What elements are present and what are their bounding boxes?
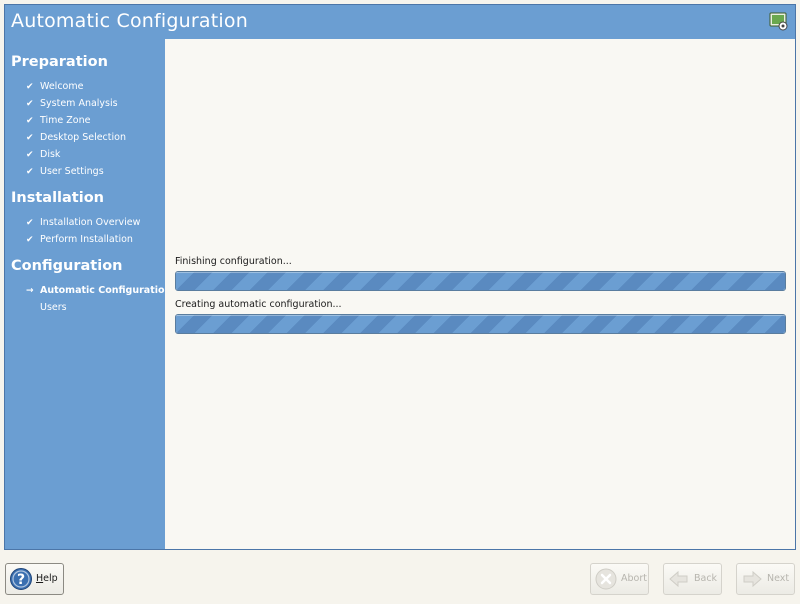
help-button[interactable]: ? Help <box>5 563 64 595</box>
progress-bar-creating <box>175 314 786 334</box>
step-label: Welcome <box>40 81 84 92</box>
step-installation-overview: ✔ Installation Overview <box>26 215 140 231</box>
step-perform-installation: ✔ Perform Installation <box>26 232 133 248</box>
next-button[interactable]: Next <box>736 563 795 595</box>
checkmark-icon: ✔ <box>26 218 34 228</box>
checkmark-icon: ✔ <box>26 116 34 126</box>
step-user-settings: ✔ User Settings <box>26 164 104 180</box>
back-button-label: Back <box>694 573 718 584</box>
checkmark-icon: ✔ <box>26 167 34 177</box>
step-label: Users <box>40 302 67 313</box>
step-label: Desktop Selection <box>40 132 126 143</box>
section-title-preparation: Preparation <box>11 54 108 70</box>
next-button-label: Next <box>767 573 790 584</box>
checkmark-icon: ✔ <box>26 99 34 109</box>
step-label: Automatic Configuration <box>40 285 172 296</box>
help-button-label: Help <box>36 573 58 584</box>
abort-button[interactable]: Abort <box>590 563 649 595</box>
step-label: Time Zone <box>40 115 91 126</box>
svg-text:?: ? <box>17 572 25 588</box>
steps-sidebar: Preparation ✔ Welcome ✔ System Analysis ✔ T… <box>5 39 171 549</box>
back-arrow-icon <box>667 567 691 591</box>
checkmark-icon: ✔ <box>26 82 34 92</box>
checkmark-icon: ✔ <box>26 235 34 245</box>
main-content: Finishing configuration... Creating auto… <box>165 39 795 549</box>
section-title-configuration: Configuration <box>11 258 123 274</box>
abort-x-icon <box>594 567 618 591</box>
step-time-zone: ✔ Time Zone <box>26 113 90 129</box>
progress-fill <box>176 315 785 333</box>
page-title: Automatic Configuration <box>11 10 248 32</box>
progress-bar-finishing <box>175 271 786 291</box>
checkmark-icon: ✔ <box>26 150 34 160</box>
back-button[interactable]: Back <box>663 563 722 595</box>
progress-fill <box>176 272 785 290</box>
checkmark-icon: ✔ <box>26 133 34 143</box>
next-arrow-icon <box>740 567 764 591</box>
section-title-installation: Installation <box>11 190 104 206</box>
step-label: Perform Installation <box>40 234 133 245</box>
progress-label-finishing: Finishing configuration... <box>175 256 292 267</box>
step-label: Installation Overview <box>40 217 141 228</box>
step-label: System Analysis <box>40 98 118 109</box>
step-label: Disk <box>40 149 61 160</box>
help-question-icon: ? <box>9 567 33 591</box>
config-monitor-icon <box>769 12 789 32</box>
progress-label-creating: Creating automatic configuration... <box>175 299 342 310</box>
step-users: Users <box>26 300 67 316</box>
title-bar: Automatic Configuration <box>5 5 795 39</box>
abort-button-label: Abort <box>621 573 647 584</box>
step-disk: ✔ Disk <box>26 147 60 163</box>
step-welcome: ✔ Welcome <box>26 79 83 95</box>
step-automatic-configuration: → Automatic Configuration <box>26 283 171 299</box>
step-desktop-selection: ✔ Desktop Selection <box>26 130 126 146</box>
arrow-right-icon: → <box>26 286 34 296</box>
installer-window: Automatic Configuration Preparation ✔ Wel… <box>4 4 796 550</box>
step-label: User Settings <box>40 166 104 177</box>
step-system-analysis: ✔ System Analysis <box>26 96 118 112</box>
